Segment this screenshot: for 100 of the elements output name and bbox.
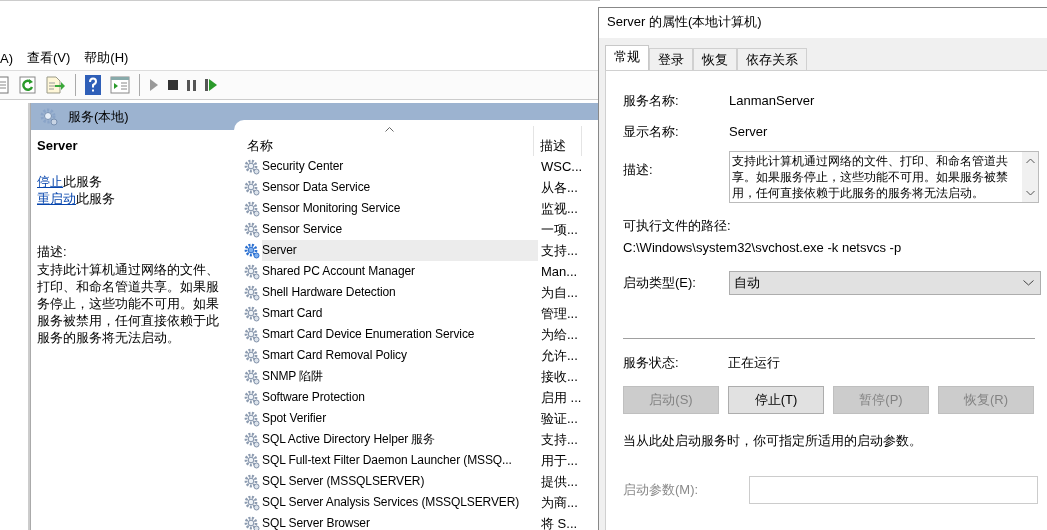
service-description-cell: 启用 ... [541,388,582,407]
service-row[interactable]: Sensor Data Service 从各... [244,177,600,198]
gear-icon [244,389,260,406]
service-row[interactable]: Software Protection 启用 ... [244,387,600,408]
gear-icon [244,326,260,343]
gear-icon [39,106,59,127]
service-row[interactable]: Smart Card 管理... [244,303,600,324]
service-name-cell-text: Sensor Data Service [262,179,372,196]
service-row[interactable]: SQL Server Analysis Services (MSSQLSERVER) 为商... [244,492,600,513]
play-icon[interactable] [149,79,159,91]
gear-icon [244,158,260,175]
gear-icon [244,179,260,196]
service-row[interactable]: Shell Hardware Detection 为自... [244,282,600,303]
service-description-cell: 一项... [541,220,578,239]
gear-icon [244,410,260,427]
column-header[interactable]: 描述 [534,126,582,156]
gear-icon [244,305,260,322]
service-description-cell: 支持... [541,430,578,449]
tab[interactable]: 依存关系 [737,48,807,70]
column-header[interactable]: 名称 [244,126,534,156]
gear-icon [244,452,260,469]
description-text: 支持此计算机通过网络的文件、打印、和命名管道共享。如果服务停止，这些功能不可用。如果服务被禁用，任何直接依赖于此服务的服务将无法启动。 [37,261,220,346]
resume-icon[interactable] [205,79,217,91]
service-name-cell-text: Sensor Monitoring Service [262,200,402,217]
start-parameters-label: 启动参数(M): [623,481,700,499]
service-row[interactable]: Smart Card Device Enumeration Service 为给... [244,324,600,345]
export-icon[interactable] [46,76,66,94]
service-description-cell: 监视... [541,199,578,218]
scroll-up-icon[interactable] [1025,158,1035,164]
service-description-cell: 为商... [541,493,578,512]
hint-text: 当从此处启动服务时，你可指定所适用的启动参数。 [623,432,923,450]
service-name-cell-text: Smart Card Device Enumeration Service [262,326,476,343]
startup-type-label: 启动类型(E): [623,273,697,292]
menu-item[interactable]: 查看(V) [27,49,71,67]
console-icon[interactable] [110,76,130,94]
service-row[interactable]: Shared PC Account Manager Man... [244,261,600,282]
gear-icon [244,242,260,259]
service-row[interactable]: SQL Server (MSSQLSERVER) 提供... [244,471,600,492]
service-name-cell-text: Sensor Service [262,221,343,238]
service-description-cell: 管理... [541,304,578,323]
menu-item[interactable]: A) [0,50,13,66]
service-name-cell-text: Smart Card Removal Policy [262,347,408,364]
service-row[interactable]: Security Center WSC... [244,156,600,177]
tab[interactable]: 常规 [605,45,649,70]
field-value: LanmanServer [729,93,815,108]
gear-icon [244,284,260,301]
service-description-cell: 为给... [541,325,578,344]
service-action-link[interactable]: 重启动 [37,191,76,206]
startup-type-dropdown[interactable]: 自动 [729,270,1041,295]
gear-icon [244,347,260,364]
scroll-down-icon[interactable] [1025,190,1035,196]
service-control-button[interactable]: 停止(T) [728,386,824,414]
service-name-cell-text: SQL Full-text Filter Daemon Launcher (MSSQ... [262,452,513,469]
field-label: 服务名称: [623,91,680,110]
path-label: 可执行文件的路径: [623,217,732,235]
service-row[interactable]: Smart Card Removal Policy 允许... [244,345,600,366]
status-label: 服务状态: [623,353,680,372]
service-name-cell-text: Shell Hardware Detection [262,284,397,301]
service-description-cell: Man... [541,264,578,279]
service-description-cell: 为自... [541,283,578,302]
tab[interactable]: 恢复 [693,48,737,70]
sort-caret-icon [384,127,394,132]
service-name-cell-text: SNMP 陷阱 [262,368,325,385]
service-description-cell: 支持... [541,241,578,260]
refresh-icon[interactable] [19,76,37,94]
service-row[interactable]: Sensor Service 一项... [244,219,600,240]
document-icon[interactable] [0,76,10,94]
service-action-text: 停止此服务 [37,173,103,190]
pause-icon[interactable] [187,79,196,91]
service-row[interactable]: Spot Verifier 验证... [244,408,600,429]
service-action-text: 重启动此服务 [37,190,116,207]
service-name: Server [37,138,79,153]
service-name-cell: Server [262,240,538,261]
service-description-cell: 接收... [541,367,578,386]
help-icon[interactable] [85,75,101,95]
service-row[interactable]: SNMP 陷阱 接收... [244,366,600,387]
service-name-cell-text: Spot Verifier [262,410,328,427]
gear-icon [244,200,260,217]
status-value: 正在运行 [728,353,780,372]
service-row[interactable]: SQL Active Directory Helper 服务 支持... [244,429,600,450]
service-description-cell: 验证... [541,409,578,428]
service-row[interactable]: Sensor Monitoring Service 监视... [244,198,600,219]
chevron-down-icon [1023,279,1034,286]
service-description-cell: 提供... [541,472,578,491]
description-box[interactable]: 支持此计算机通过网络的文件、打印、和命名管道共享。如果服务停止，这些功能不可用。如果服务被禁用，任何直接依赖于此服务的服务将无法启动。 [729,151,1039,203]
tab[interactable]: 登录 [649,48,693,70]
path-value: C:\Windows\system32\svchost.exe -k netsvcs -p [623,240,903,255]
service-row[interactable]: SQL Server Browser 将 S... [244,513,600,530]
gear-icon [244,431,260,448]
service-description-cell: 从各... [541,178,578,197]
service-row[interactable]: SQL Full-text Filter Daemon Launcher (MSSQ... 用于... [244,450,600,471]
gear-icon [244,473,260,490]
dialog-title: Server 的属性(本地计算机) [599,8,1047,38]
service-action-link[interactable]: 停止 [37,174,63,189]
description-text: 支持此计算机通过网络的文件、打印、和命名管道共享。如果服务停止，这些功能不可用。如果服务被禁用，任何直接依赖于此服务的服务将无法启动。 [731,153,1009,202]
menu-item[interactable]: 帮助(H) [84,49,129,67]
service-name-cell-text: SQL Server (MSSQLSERVER) [262,473,426,490]
panel-title: 服务(本地) [68,107,129,126]
service-row[interactable]: Server 支持... [244,240,600,261]
gear-icon [244,221,260,238]
